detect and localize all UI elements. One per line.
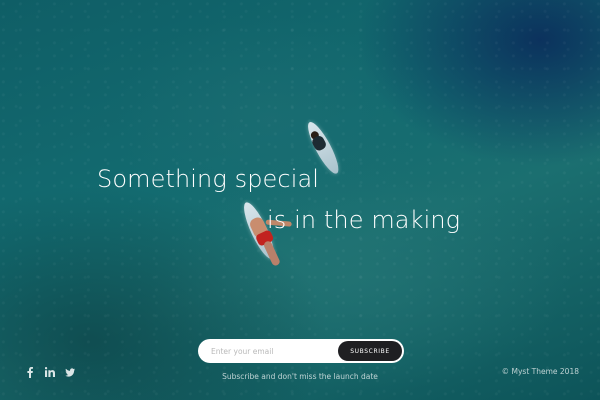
headline-line-1: Something special [97,165,320,193]
twitter-link[interactable] [65,366,75,378]
headline-line-2: is in the making [267,206,461,234]
twitter-icon [65,367,75,377]
linkedin-icon [45,367,55,377]
subscribe-form: SUBSCRIBE [198,339,404,363]
facebook-icon [27,366,33,378]
copyright-text: © Myst Theme 2018 [501,367,579,376]
facebook-link[interactable] [25,366,35,378]
social-links [25,366,75,378]
email-input[interactable] [198,339,338,363]
subscribe-button[interactable]: SUBSCRIBE [338,341,402,361]
linkedin-link[interactable] [45,366,55,378]
